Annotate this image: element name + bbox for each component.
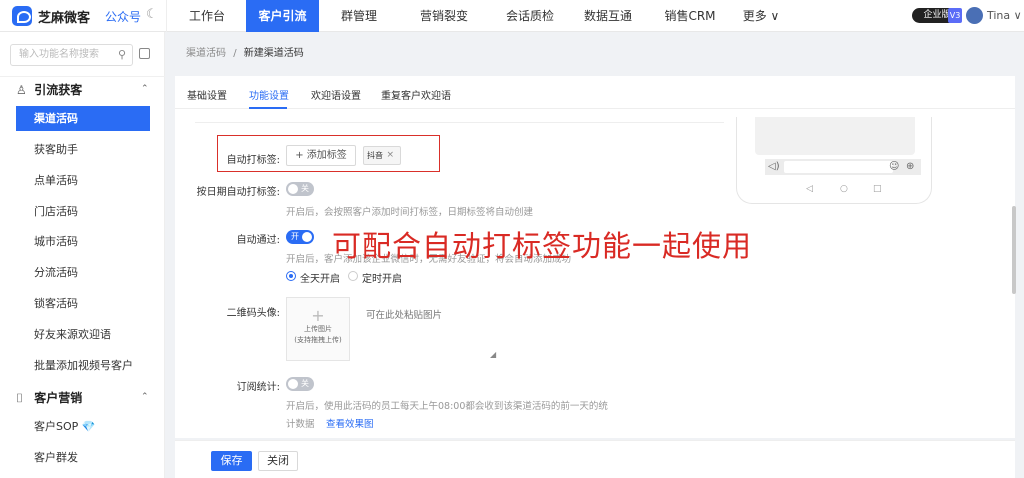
divider bbox=[166, 0, 167, 32]
divider bbox=[0, 76, 165, 77]
sidebar-item-city-qrcode[interactable]: 城市活码 bbox=[16, 229, 150, 254]
switch-knob bbox=[288, 184, 298, 194]
layout-toggle-icon[interactable] bbox=[139, 48, 150, 59]
user-avatar[interactable] bbox=[966, 7, 983, 24]
switch-knob bbox=[288, 379, 298, 389]
radio-all-day[interactable] bbox=[286, 271, 296, 281]
emoji-icon: ☺ bbox=[889, 161, 900, 172]
auto-pass-label: 自动通过: bbox=[236, 235, 280, 246]
divider bbox=[195, 122, 724, 123]
scrollbar[interactable] bbox=[1012, 206, 1016, 294]
nav-workbench[interactable]: 工作台 bbox=[178, 0, 236, 32]
plus-icon: + bbox=[311, 306, 325, 325]
tab-bar: 基础设置 功能设置 欢迎语设置 重复客户欢迎语 bbox=[175, 76, 1015, 109]
tag-chip: 抖音 × bbox=[363, 146, 401, 165]
tab-basic-settings[interactable]: 基础设置 bbox=[187, 87, 227, 102]
switch-knob bbox=[302, 232, 312, 242]
phone-chat-area bbox=[755, 117, 915, 155]
breadcrumb-parent[interactable]: 渠道活码 bbox=[186, 48, 226, 59]
sidebar-group-title: 客户营销 bbox=[34, 391, 83, 405]
date-tag-hint: 开启后，会按照客户添加时间打标签，日期标签将自动创建 bbox=[286, 207, 534, 218]
sidebar-item-batch-add-video[interactable]: 批量添加视频号客户 bbox=[16, 353, 150, 378]
sidebar-group-title: 引流获客 bbox=[34, 83, 83, 97]
save-button[interactable]: 保存 bbox=[211, 451, 252, 471]
auto-tag-label: 自动打标签: bbox=[226, 155, 280, 166]
subscribe-hint-cont: 计数据 bbox=[286, 419, 315, 430]
sidebar-item-friend-welcome[interactable]: 好友来源欢迎语 bbox=[16, 322, 150, 347]
sidebar-item-channel-qrcode[interactable]: 渠道活码 bbox=[16, 106, 150, 131]
active-tab-indicator bbox=[249, 107, 287, 109]
image-upload-area[interactable]: + 上传图片 (支持拖拽上传) bbox=[286, 297, 350, 361]
chevron-up-icon[interactable]: ⌃ bbox=[141, 84, 149, 94]
auto-pass-switch[interactable]: 开 bbox=[286, 230, 314, 244]
view-effect-link[interactable]: 查看效果图 bbox=[326, 416, 374, 430]
close-icon[interactable]: × bbox=[386, 147, 394, 164]
account-switch-link[interactable]: 公众号 bbox=[105, 8, 141, 25]
nav-home-icon: ○ bbox=[840, 184, 848, 194]
nav-session-quality[interactable]: 会话质检 bbox=[494, 0, 566, 32]
date-tag-switch[interactable]: 关 bbox=[286, 182, 314, 196]
nav-customer-acquisition[interactable]: 客户引流 bbox=[246, 0, 319, 32]
nav-recent-icon: □ bbox=[873, 184, 882, 194]
user-plus-icon: ♙ bbox=[16, 83, 27, 97]
nav-sales-crm[interactable]: 销售CRM bbox=[650, 0, 730, 32]
nav-marketing-fission[interactable]: 营销裂变 bbox=[408, 0, 480, 32]
qr-avatar-label: 二维码头像: bbox=[226, 308, 280, 319]
sidebar-item-customer-broadcast[interactable]: 客户群发 bbox=[16, 445, 150, 470]
switch-state: 开 bbox=[291, 232, 299, 241]
subscribe-hint: 开启后，使用此活码的员工每天上午08:00都会收到该渠道活码的前一天的统 bbox=[286, 401, 608, 412]
nav-group-management[interactable]: 群管理 bbox=[330, 0, 388, 32]
breadcrumb-separator: / bbox=[233, 48, 237, 59]
sidebar-item-acquisition-assistant[interactable]: 获客助手 bbox=[16, 137, 150, 162]
tab-repeat-welcome[interactable]: 重复客户欢迎语 bbox=[381, 87, 451, 102]
radio-scheduled-label[interactable]: 定时开启 bbox=[362, 270, 402, 285]
nav-more-dropdown[interactable]: 更多 ∨ bbox=[736, 0, 786, 32]
chevron-up-icon[interactable]: ⌃ bbox=[141, 392, 149, 402]
sidebar-group-marketing[interactable]: ⌷ 客户营销 bbox=[16, 389, 82, 406]
radio-scheduled[interactable] bbox=[348, 271, 358, 281]
sidebar-item-store-qrcode[interactable]: 门店活码 bbox=[16, 199, 150, 224]
sidebar-group-acquisition[interactable]: ♙ 引流获客 bbox=[16, 81, 82, 98]
search-icon[interactable]: ⚲ bbox=[118, 45, 126, 65]
paste-hint: 可在此处粘贴图片 bbox=[366, 310, 443, 321]
sidebar-item-split-qrcode[interactable]: 分流活码 bbox=[16, 260, 150, 285]
nav-back-icon: ◁ bbox=[806, 184, 813, 194]
sidebar: 输入功能名称搜索 ⚲ ♙ 引流获客 ⌃ 渠道活码 获客助手 点单活码 门店活码 … bbox=[0, 32, 165, 478]
date-tag-label: 按日期自动打标签: bbox=[196, 187, 280, 198]
nav-data-interop[interactable]: 数据互通 bbox=[572, 0, 644, 32]
user-menu[interactable]: Tina ∨ bbox=[987, 9, 1022, 22]
sidebar-item-customer-sop[interactable]: 客户SOP 💎 bbox=[16, 414, 150, 439]
version-badge: V3 bbox=[948, 8, 962, 23]
tab-welcome-settings[interactable]: 欢迎语设置 bbox=[311, 87, 361, 102]
close-button[interactable]: 关闭 bbox=[258, 451, 298, 471]
breadcrumb: 渠道活码 / 新建渠道活码 bbox=[186, 44, 304, 59]
search-placeholder: 输入功能名称搜索 bbox=[19, 49, 99, 60]
subscribe-label: 订阅统计: bbox=[236, 382, 280, 393]
phone-text-input bbox=[784, 161, 893, 173]
switch-state: 关 bbox=[301, 184, 309, 193]
tag-text: 抖音 bbox=[367, 151, 383, 160]
footer-bar bbox=[175, 440, 1015, 478]
theme-toggle-icon[interactable]: ☾ bbox=[146, 7, 158, 22]
plus-icon: ⊕ bbox=[906, 161, 915, 172]
tab-function-settings[interactable]: 功能设置 bbox=[249, 87, 289, 102]
annotation-text: 可配合自动打标签功能一起使用 bbox=[332, 229, 753, 263]
upload-subtext: (支持拖拽上传) bbox=[294, 336, 342, 344]
breadcrumb-current: 新建渠道活码 bbox=[243, 48, 304, 59]
sidebar-item-lock-qrcode[interactable]: 锁客活码 bbox=[16, 291, 150, 316]
voice-icon: ◁) bbox=[768, 161, 780, 172]
brand-name: 芝麻微客 bbox=[38, 11, 91, 26]
resize-handle-icon[interactable]: ◢ bbox=[490, 350, 496, 359]
radio-all-day-label[interactable]: 全天开启 bbox=[300, 270, 340, 285]
top-navigation-bar: 芝麻微客 公众号 ☾ 工作台 客户引流 群管理 营销裂变 会话质检 数据互通 销… bbox=[0, 0, 1024, 32]
switch-state: 关 bbox=[301, 379, 309, 388]
add-tag-button[interactable]: + 添加标签 bbox=[286, 145, 356, 166]
upload-text: 上传图片 bbox=[304, 325, 332, 333]
bookmark-icon: ⌷ bbox=[16, 391, 24, 405]
app-logo-icon bbox=[12, 6, 32, 26]
sidebar-item-order-qrcode[interactable]: 点单活码 bbox=[16, 168, 150, 193]
function-search-input[interactable]: 输入功能名称搜索 ⚲ bbox=[10, 44, 133, 66]
subscribe-switch[interactable]: 关 bbox=[286, 377, 314, 391]
